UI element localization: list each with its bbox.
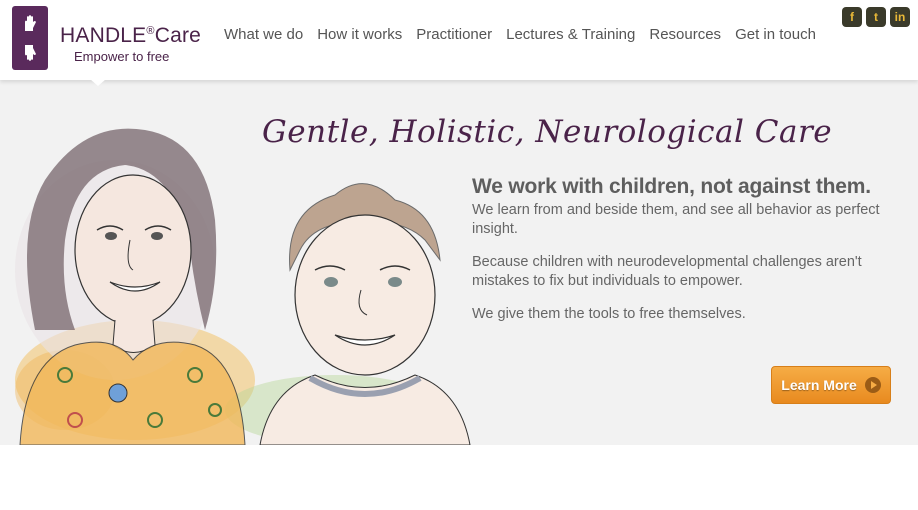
hero-handwritten-title: Gentle, Holistic, Neurological Care [262,114,833,150]
learn-more-button[interactable]: Learn More [771,366,891,404]
hero-paragraph-1: We learn from and beside them, and see a… [472,202,880,237]
children-illustration [15,128,471,445]
main-nav: What we do How it works Practitioner Lec… [217,26,823,43]
hero-copy: We work with children, not against them.… [472,175,902,338]
hero-section: Gentle, Holistic, Neurological Care We w… [0,80,918,445]
linkedin-icon[interactable]: in [890,7,910,27]
tagline: Empower to free [74,49,170,64]
hands-logo-icon [12,6,48,70]
nav-lectures-training[interactable]: Lectures & Training [499,26,642,43]
hero-paragraph-2: Because children with neurodevelopmental… [472,254,862,289]
logo[interactable]: HANDLE®Care Empower to free [12,6,201,70]
hero-headline: We work with children, not against them. [472,175,871,198]
nav-pointer [90,79,106,86]
nav-what-we-do[interactable]: What we do [217,26,310,43]
site-header: HANDLE®Care Empower to free What we do H… [0,0,918,80]
nav-resources[interactable]: Resources [642,26,728,43]
learn-more-label: Learn More [781,377,857,393]
hero-paragraph-3: We give them the tools to free themselve… [472,306,746,322]
brand-name: HANDLE®Care [60,24,202,47]
nav-get-in-touch[interactable]: Get in touch [728,26,823,43]
nav-how-it-works[interactable]: How it works [310,26,409,43]
twitter-icon[interactable]: t [866,7,886,27]
nav-practitioner[interactable]: Practitioner [409,26,499,43]
facebook-icon[interactable]: f [842,7,862,27]
play-arrow-icon [864,377,881,393]
social-links: f t in [842,7,910,27]
